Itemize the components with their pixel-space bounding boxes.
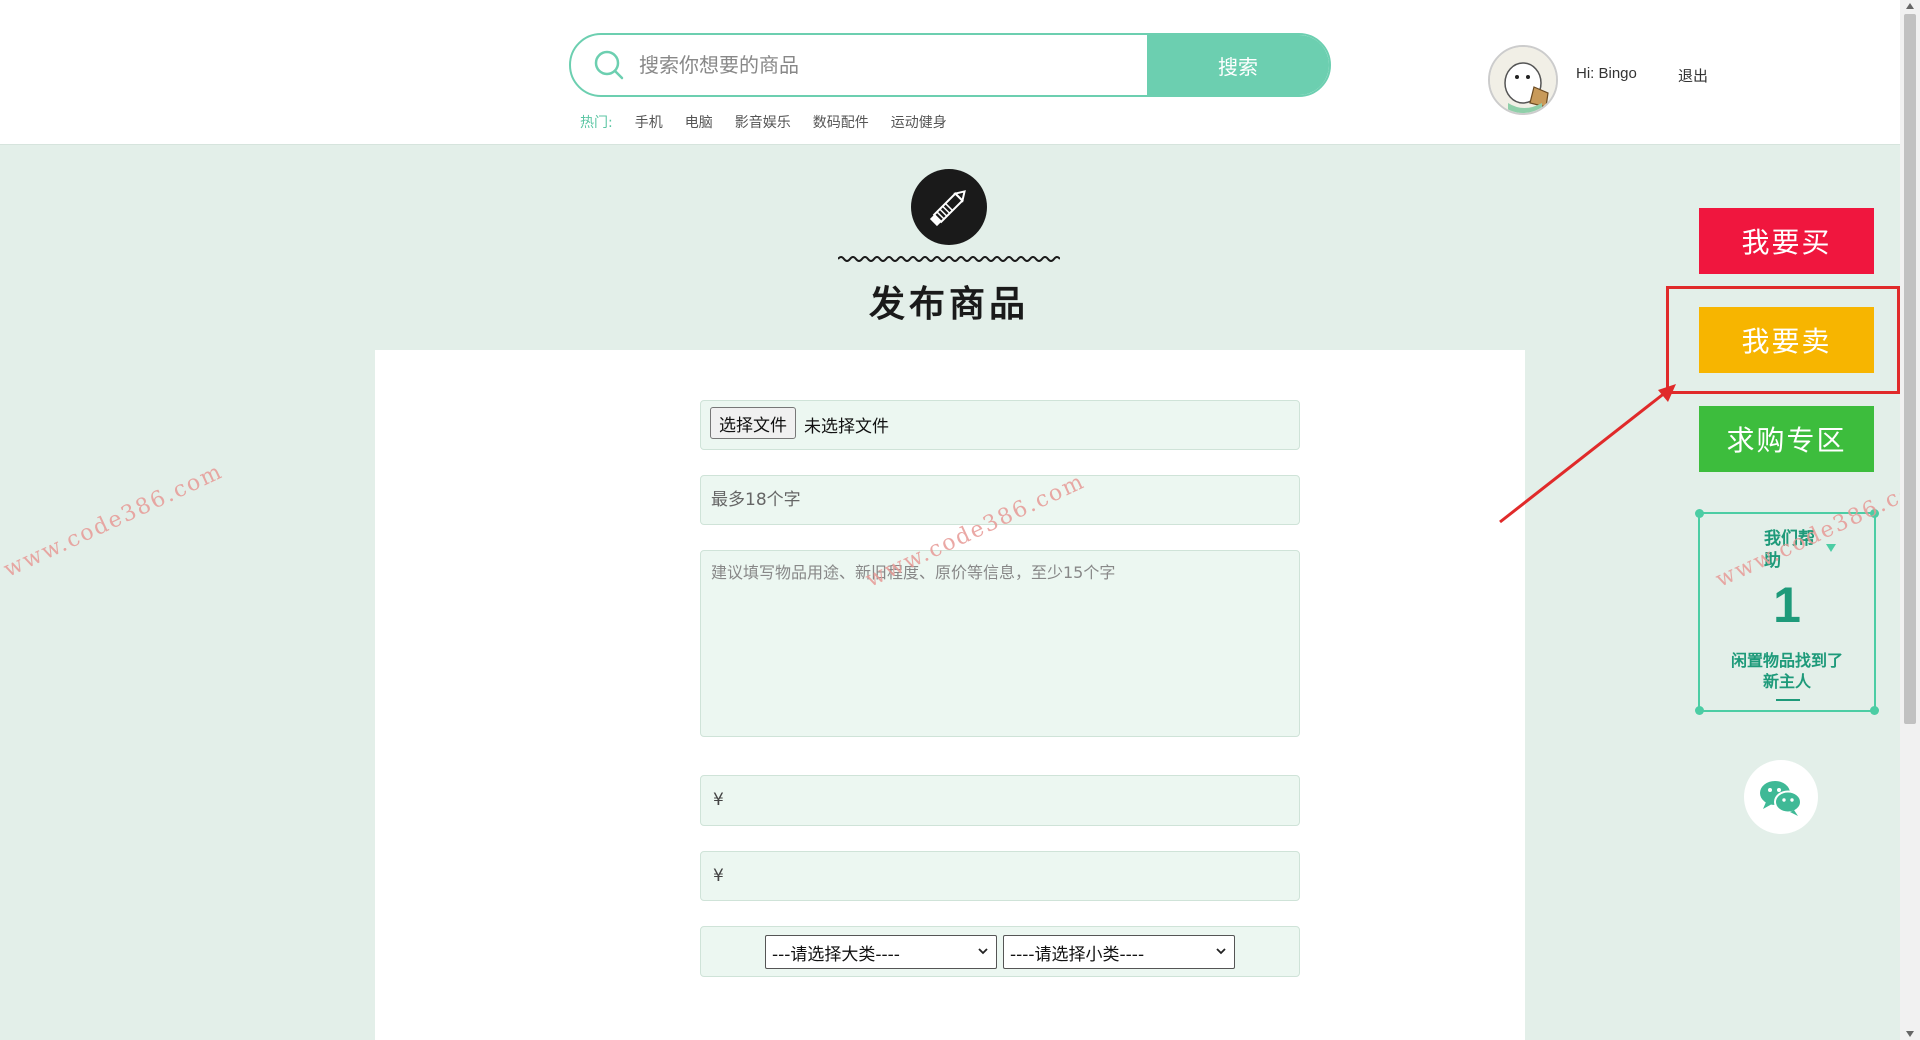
scroll-up-arrow-icon[interactable] bbox=[1905, 2, 1915, 10]
avatar-illustration-icon bbox=[1490, 47, 1556, 113]
minor-category-value: ----请选择小类---- bbox=[1010, 944, 1145, 965]
file-status: 未选择文件 bbox=[804, 417, 889, 437]
purchase-price-field[interactable]: ¥ bbox=[700, 775, 1300, 826]
wavy-divider bbox=[838, 256, 1060, 262]
sale-price-input[interactable] bbox=[701, 852, 1299, 900]
avatar[interactable] bbox=[1488, 45, 1558, 115]
hot-searches: 热门: 手机 电脑 影音娱乐 数码配件 运动健身 bbox=[580, 112, 947, 132]
wechat-button[interactable] bbox=[1744, 760, 1818, 834]
major-category-select[interactable]: ---请选择大类---- bbox=[765, 935, 997, 969]
detail-textarea[interactable] bbox=[701, 551, 1299, 736]
stats-description-line1: 闲置物品找到了 bbox=[1730, 651, 1843, 670]
minor-category-select[interactable]: ----请选择小类---- bbox=[1003, 935, 1235, 969]
triangle-down-icon bbox=[1826, 544, 1836, 552]
major-category-value: ---请选择大类---- bbox=[772, 944, 900, 965]
vertical-scrollbar[interactable] bbox=[1900, 0, 1920, 1040]
search-input[interactable] bbox=[639, 35, 1209, 95]
search-bar: 搜索 bbox=[569, 33, 1331, 97]
yen-symbol: ¥ bbox=[713, 790, 724, 810]
scrollbar-thumb[interactable] bbox=[1904, 14, 1916, 724]
hot-link-entertainment[interactable]: 影音娱乐 bbox=[735, 112, 791, 132]
wechat-icon bbox=[1760, 781, 1802, 816]
stats-description-line2: 新主人 bbox=[1762, 672, 1811, 691]
logout-link[interactable]: 退出 bbox=[1678, 65, 1708, 86]
corner-dot bbox=[1695, 509, 1704, 518]
image-upload-field: 选择文件 未选择文件 bbox=[700, 400, 1300, 450]
annotation-arrow-icon bbox=[1499, 384, 1676, 524]
publish-form: 选择商品图片 选择文件 未选择文件 商品名称 商品详情 购入价格 ¥ 售出价格 … bbox=[375, 350, 1525, 1040]
detail-field bbox=[700, 550, 1300, 737]
hot-link-computer[interactable]: 电脑 bbox=[685, 112, 713, 132]
watermark: www.code386.com bbox=[0, 459, 228, 583]
stats-description: 闲置物品找到了 新主人 bbox=[1700, 650, 1874, 692]
hot-label: 热门: bbox=[580, 115, 613, 131]
corner-dot bbox=[1695, 706, 1704, 715]
chevron-down-icon bbox=[1216, 948, 1226, 955]
sale-price-field[interactable]: ¥ bbox=[700, 851, 1300, 901]
purchase-price-input[interactable] bbox=[701, 776, 1299, 825]
buy-button[interactable]: 我要买 bbox=[1699, 208, 1874, 274]
hot-link-sports[interactable]: 运动健身 bbox=[891, 112, 947, 132]
user-greeting: Hi: Bingo bbox=[1576, 65, 1637, 82]
edit-pen-icon bbox=[911, 169, 987, 245]
corner-dot bbox=[1870, 706, 1879, 715]
stats-underline bbox=[1776, 699, 1800, 701]
category-field: ---请选择大类---- ----请选择小类---- bbox=[700, 926, 1300, 977]
choose-file-button[interactable]: 选择文件 bbox=[710, 407, 796, 439]
search-icon bbox=[594, 50, 624, 80]
wanted-button[interactable]: 求购专区 bbox=[1699, 406, 1874, 472]
header: 搜索 热门: 手机 电脑 影音娱乐 数码配件 运动健身 Hi: Bingo 退出 bbox=[0, 0, 1900, 145]
hot-link-digital-accessories[interactable]: 数码配件 bbox=[813, 112, 869, 132]
chevron-down-icon bbox=[978, 948, 988, 955]
page-title: 发布商品 bbox=[868, 283, 1029, 325]
highlight-annotation-box bbox=[1666, 286, 1900, 394]
hot-link-phone[interactable]: 手机 bbox=[635, 112, 663, 132]
search-button[interactable]: 搜索 bbox=[1147, 35, 1329, 95]
scroll-down-arrow-icon[interactable] bbox=[1905, 1030, 1915, 1038]
yen-symbol: ¥ bbox=[713, 866, 724, 886]
